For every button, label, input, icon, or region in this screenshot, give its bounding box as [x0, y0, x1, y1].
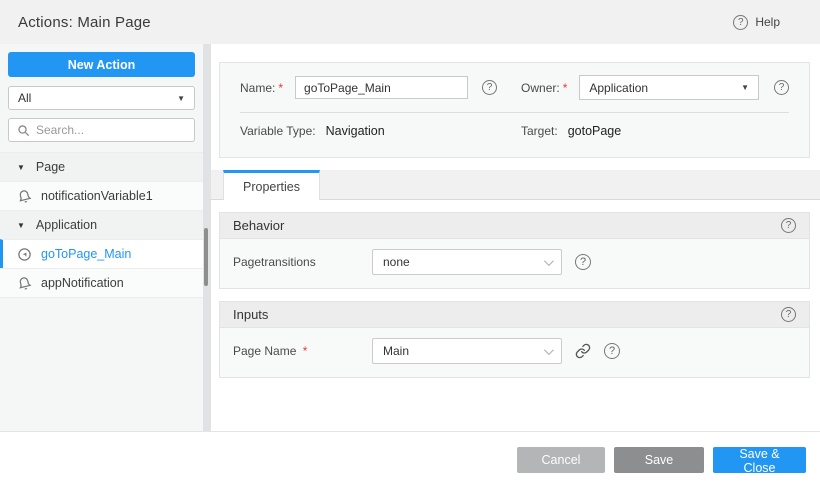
tree-item-goToPage_Main[interactable]: goToPage_Main: [0, 239, 203, 268]
owner-select[interactable]: Application ▼: [579, 75, 759, 100]
help-icon: ?: [733, 14, 749, 30]
search-input[interactable]: [36, 123, 186, 137]
save-button[interactable]: Save: [614, 447, 704, 473]
owner-label: Owner:: [521, 80, 560, 95]
page-title: Actions: Main Page: [18, 13, 151, 31]
help-button[interactable]: ? Help: [733, 14, 780, 30]
name-label: Name:: [240, 80, 276, 95]
sidebar: New Action All ▼ ▼ Page: [0, 44, 203, 431]
tree-group-label: Application: [35, 218, 98, 232]
name-field[interactable]: [295, 76, 469, 99]
required-marker: *: [302, 344, 308, 358]
bell-icon: [17, 189, 32, 204]
caret-down-icon: ▼: [17, 162, 25, 172]
page-name-help-icon[interactable]: ?: [604, 343, 620, 359]
tree-item-appNotification[interactable]: appNotification: [0, 268, 203, 297]
inputs-section: Inputs ? Page Name * Main ?: [219, 301, 810, 378]
chevron-down-icon: [543, 344, 554, 355]
caret-down-icon: ▼: [741, 83, 749, 92]
app-window: Actions: Main Page ? Help New Action All…: [0, 0, 820, 488]
save-and-close-button[interactable]: Save & Close: [713, 447, 806, 475]
pagetransitions-value: none: [383, 255, 410, 269]
page-name-dropdown[interactable]: Main: [372, 338, 562, 364]
pagetransitions-help-icon[interactable]: ?: [575, 254, 591, 270]
sidebar-divider: [203, 44, 211, 431]
filter-select[interactable]: All ▼: [8, 86, 195, 110]
behavior-help-icon[interactable]: ?: [781, 218, 796, 233]
search-box[interactable]: [8, 118, 195, 142]
action-tree: ▼ Page notificationVariable1 ▼ Applicati…: [0, 152, 203, 298]
action-summary-panel: Name: * ? Owner: * Application ▼ ? Varia…: [219, 62, 810, 158]
inputs-section-title: Inputs: [233, 307, 269, 322]
cancel-button[interactable]: Cancel: [517, 447, 605, 473]
tree-group-label: Page: [35, 160, 66, 174]
pagetransitions-dropdown[interactable]: none: [372, 249, 562, 275]
owner-select-value: Application: [589, 80, 649, 95]
tree-item-notificationVariable1[interactable]: notificationVariable1: [0, 181, 203, 210]
target-label: Target:: [521, 124, 558, 138]
tree-group-application[interactable]: ▼ Application: [0, 210, 203, 239]
inputs-help-icon[interactable]: ?: [781, 307, 796, 322]
behavior-section-title: Behavior: [233, 218, 285, 233]
variable-type-value: Navigation: [325, 124, 385, 138]
tab-properties[interactable]: Properties: [223, 170, 320, 200]
link-binding-icon[interactable]: [575, 343, 591, 359]
pagetransitions-label: Pagetransitions: [233, 255, 316, 269]
filter-select-value: All: [18, 91, 32, 105]
page-name-label: Page Name *: [233, 344, 372, 358]
content-row: New Action All ▼ ▼ Page: [0, 44, 820, 431]
chevron-down-icon: [543, 255, 554, 266]
search-icon: [17, 124, 30, 137]
page-name-value: Main: [383, 344, 410, 358]
target-value: gotoPage: [567, 124, 622, 138]
tab-bar: Properties: [211, 170, 820, 200]
tree-item-label: appNotification: [41, 276, 124, 290]
footer-bar: Cancel Save Save & Close: [0, 431, 820, 488]
required-marker: *: [562, 80, 568, 95]
new-action-button[interactable]: New Action: [8, 52, 195, 77]
tree-item-label: notificationVariable1: [41, 189, 153, 203]
bell-icon: [17, 276, 32, 291]
tree-group-page[interactable]: ▼ Page: [0, 152, 203, 181]
main-content: Name: * ? Owner: * Application ▼ ? Varia…: [211, 44, 820, 431]
tree-item-label: goToPage_Main: [41, 247, 132, 261]
page-name-label-text: Page Name: [233, 344, 297, 358]
required-marker: *: [278, 80, 284, 95]
variable-type-label: Variable Type:: [240, 124, 316, 138]
help-label: Help: [755, 15, 780, 29]
owner-help-icon[interactable]: ?: [774, 80, 789, 95]
behavior-section: Behavior ? Pagetransitions none ?: [219, 212, 810, 289]
name-help-icon[interactable]: ?: [482, 80, 498, 95]
caret-down-icon: ▼: [17, 220, 25, 230]
caret-down-icon: ▼: [177, 93, 185, 103]
page-header: Actions: Main Page ? Help: [0, 0, 820, 44]
navigation-icon: [17, 247, 32, 262]
sidebar-scrollbar[interactable]: [204, 228, 208, 286]
